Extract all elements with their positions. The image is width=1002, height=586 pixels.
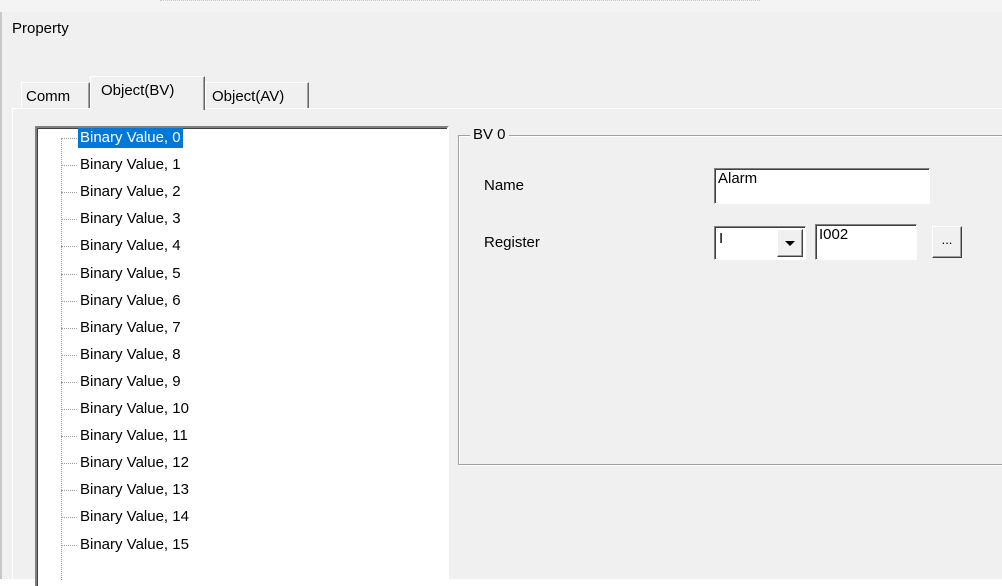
tree-item-label: Binary Value, 5 bbox=[80, 264, 181, 282]
tree-item-label: Binary Value, 3 bbox=[80, 210, 181, 228]
tree-item-label: Binary Value, 12 bbox=[80, 454, 189, 472]
tree-branch-line bbox=[61, 300, 77, 302]
register-label: Register bbox=[484, 234, 540, 251]
tree-branch-line bbox=[61, 246, 77, 248]
browse-button[interactable]: ... bbox=[932, 226, 962, 258]
tree-item-label: Binary Value, 14 bbox=[80, 508, 189, 526]
tab-comm[interactable]: Comm bbox=[21, 82, 90, 108]
tree-item-label: Binary Value, 11 bbox=[80, 427, 188, 445]
tree-branch-line bbox=[61, 138, 77, 139]
tree-connector-line bbox=[61, 138, 62, 580]
binary-value-tree[interactable]: Binary Value, 0 Binary Value, 1 Binary Val… bbox=[35, 126, 449, 586]
register-address-field[interactable]: I002 bbox=[815, 224, 917, 260]
tree-branch-line bbox=[61, 409, 77, 410]
tree-branch-line bbox=[61, 165, 77, 167]
tab-object-av[interactable]: Object(AV) bbox=[205, 82, 309, 108]
tree-item-label: Binary Value, 2 bbox=[80, 183, 181, 201]
tree-item-label: Binary Value, 15 bbox=[80, 535, 189, 553]
tree-branch-line bbox=[61, 219, 77, 221]
tree-item-label: Binary Value, 10 bbox=[80, 400, 189, 417]
tree-item-label: Binary Value, 8 bbox=[80, 345, 181, 363]
tree-branch-line bbox=[61, 273, 77, 275]
name-field[interactable]: Alarm bbox=[714, 168, 930, 204]
groupbox-title: BV 0 bbox=[470, 126, 509, 144]
parent-window-decoration bbox=[160, 0, 760, 1]
tree-item-label: Binary Value, 6 bbox=[80, 291, 181, 309]
tree-item-label: Binary Value, 13 bbox=[80, 481, 189, 499]
tree-branch-line bbox=[61, 544, 77, 546]
dialog-title: Property bbox=[12, 20, 69, 37]
chevron-down-icon bbox=[785, 241, 795, 246]
tree-item-label: Binary Value, 0 bbox=[78, 128, 183, 148]
tree-item-label: Binary Value, 4 bbox=[80, 237, 181, 255]
tree-branch-line bbox=[61, 463, 77, 465]
tree-branch-line bbox=[61, 517, 77, 519]
register-type-value: I bbox=[719, 230, 724, 247]
tree-item-label: Binary Value, 9 bbox=[80, 372, 181, 390]
dropdown-button[interactable] bbox=[777, 229, 803, 257]
tree-branch-line bbox=[61, 192, 77, 194]
name-label: Name bbox=[484, 177, 525, 194]
tree-branch-line bbox=[61, 381, 77, 383]
register-type-select[interactable]: I bbox=[714, 226, 806, 260]
tree-item-label: Binary Value, 1 bbox=[80, 156, 181, 174]
tree-branch-line bbox=[61, 436, 77, 438]
tab-object-bv[interactable]: Object(BV) bbox=[90, 76, 205, 110]
dialog-left-border bbox=[0, 12, 2, 579]
tree-item-label: Binary Value, 7 bbox=[80, 318, 181, 336]
tree-branch-line bbox=[61, 354, 77, 356]
tree-branch-line bbox=[61, 327, 77, 329]
tree-branch-line bbox=[61, 490, 77, 492]
